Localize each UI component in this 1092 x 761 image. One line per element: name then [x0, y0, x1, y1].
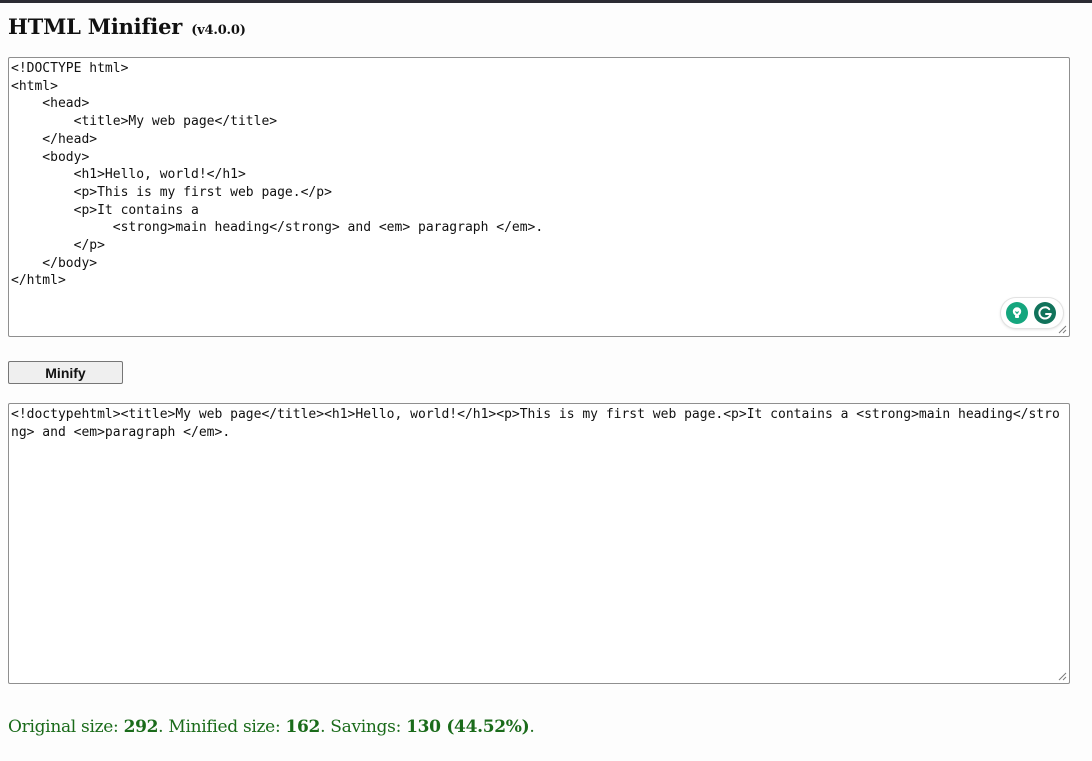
title-text: HTML Minifier — [8, 14, 183, 39]
minified-size-label: . Minified size: — [158, 717, 286, 737]
savings-value: 130 (44.52%) — [406, 717, 530, 737]
minified-output-textarea[interactable]: <!doctypehtml><title>My web page</title>… — [8, 403, 1070, 684]
version-label: (v4.0.0) — [191, 23, 246, 38]
stats-end: . — [529, 717, 535, 737]
grammarly-g-icon[interactable] — [1034, 302, 1056, 324]
minify-button[interactable]: Minify — [8, 361, 123, 384]
grammarly-widget[interactable] — [1001, 298, 1063, 328]
page-title: HTML Minifier (v4.0.0) — [8, 14, 246, 39]
original-size-value: 292 — [123, 717, 159, 737]
savings-label: . Savings: — [320, 717, 407, 737]
original-size-label: Original size: — [8, 717, 124, 737]
minified-size-value: 162 — [285, 717, 321, 737]
top-border — [0, 0, 1092, 3]
lightbulb-icon[interactable] — [1006, 302, 1028, 324]
size-stats: Original size: 292. Minified size: 162. … — [8, 717, 535, 737]
html-input-textarea[interactable]: <!DOCTYPE html> <html> <head> <title>My … — [8, 57, 1070, 337]
